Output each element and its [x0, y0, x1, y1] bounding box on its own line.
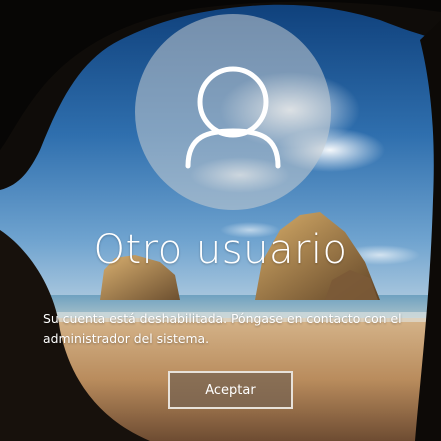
- accept-button[interactable]: Aceptar: [168, 371, 293, 409]
- account-disabled-message: Su cuenta está deshabilitada. Póngase en…: [43, 311, 402, 346]
- user-silhouette-icon: [185, 66, 281, 169]
- user-avatar: [135, 14, 331, 210]
- username-label: Otro usuario: [93, 227, 348, 273]
- lock-screen: Otro usuario Su cuenta está deshabilitad…: [0, 0, 441, 441]
